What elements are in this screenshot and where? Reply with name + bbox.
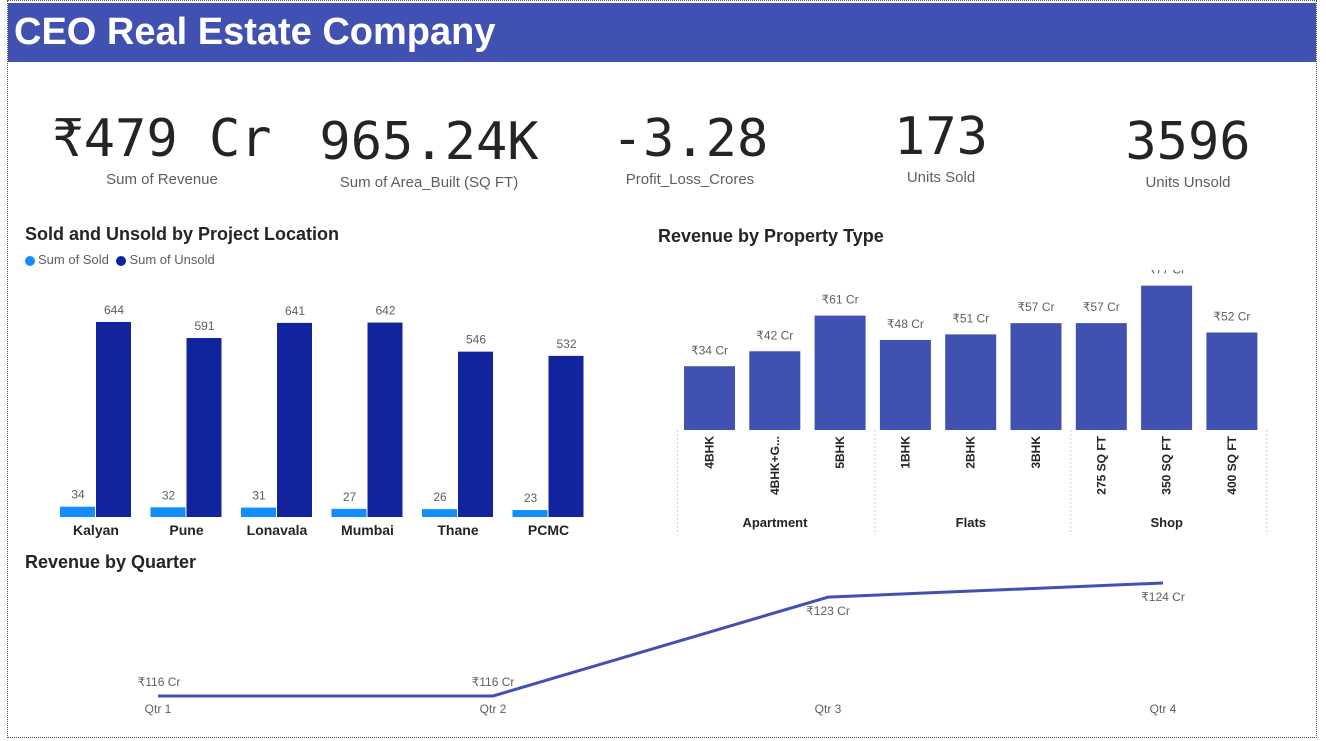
chart-revenue-by-quarter: ₹116 Cr Qtr 1 ₹116 Cr Qtr 2 ₹123 Cr Qtr 3 ₹124… — [138, 581, 1185, 716]
kpi-card-units-sold[interactable]: 173 Units Sold — [821, 111, 1061, 186]
bar-unsold[interactable] — [367, 322, 403, 517]
data-label: 27 — [343, 490, 357, 504]
data-label: ₹51 Cr — [952, 311, 989, 325]
legend-label-sold: Sum of Sold — [38, 252, 109, 267]
data-label: 532 — [556, 337, 576, 351]
x-tick-label: 4BHK — [703, 436, 717, 469]
kpi-card-area[interactable]: 965.24K Sum of Area_Built (SQ FT) — [309, 116, 549, 191]
x-tick-label: Mumbai — [341, 522, 394, 538]
group-label: Shop — [1151, 515, 1184, 530]
data-label: ₹34 Cr — [691, 343, 728, 357]
data-label: ₹116 Cr — [138, 675, 181, 689]
x-tick-label: Qtr 1 — [145, 702, 172, 716]
kpi-label: Profit_Loss_Crores — [625, 171, 755, 188]
group-label: Flats — [956, 515, 986, 530]
bar-unsold[interactable] — [186, 338, 222, 517]
x-tick-label: Thane — [437, 522, 478, 538]
bar-revenue[interactable] — [814, 315, 866, 430]
chart-title-property-type: Revenue by Property Type — [658, 226, 884, 246]
x-tick-label: 5BHK — [833, 436, 847, 469]
data-label: ₹42 Cr — [756, 328, 793, 342]
bar-revenue[interactable] — [1141, 285, 1193, 430]
x-tick-label: Lonavala — [247, 522, 308, 538]
kpi-label: Sum of Revenue — [106, 171, 218, 188]
bar-revenue[interactable] — [879, 340, 931, 430]
kpi-label: Units Unsold — [1145, 174, 1231, 191]
x-tick-label: 3BHK — [1029, 436, 1043, 469]
x-tick-label: 275 SQ FT — [1094, 435, 1108, 494]
legend-item-unsold[interactable]: Sum of Unsold — [116, 252, 215, 267]
data-label: 644 — [104, 303, 124, 317]
kpi-value: -3.28 — [611, 109, 769, 169]
kpi-card-profit-loss[interactable]: -3.28 Profit_Loss_Crores — [570, 113, 810, 188]
x-tick-label: Pune — [169, 522, 203, 538]
bar-revenue[interactable] — [1206, 332, 1258, 431]
data-label: 591 — [194, 319, 214, 333]
header-bar: CEO Real Estate Company — [8, 3, 1316, 62]
x-tick-label: Qtr 2 — [480, 702, 507, 716]
x-tick-label: 1BHK — [898, 436, 912, 469]
x-tick-label: 2BHK — [964, 436, 978, 469]
data-label: ₹124 Cr — [1141, 590, 1185, 604]
kpi-value: 3596 — [1125, 112, 1251, 172]
data-label: ₹123 Cr — [806, 604, 850, 618]
bar-revenue[interactable] — [1075, 323, 1127, 430]
data-label: ₹48 Cr — [887, 317, 924, 331]
x-tick-label: 4BHK+G... — [768, 436, 782, 495]
data-label: ₹57 Cr — [1083, 300, 1120, 314]
kpi-label: Units Sold — [906, 169, 976, 186]
kpi-value: ₹479 Cr — [52, 109, 272, 169]
legend-item-sold[interactable]: Sum of Sold — [25, 252, 109, 267]
group-label: Apartment — [742, 515, 808, 530]
bar-revenue[interactable] — [749, 351, 801, 430]
kpi-value: 173 — [894, 107, 988, 167]
bar-sold[interactable] — [241, 507, 276, 517]
chart-legend-location: Sum of Sold Sum of Unsold — [25, 252, 215, 267]
bar-revenue[interactable] — [684, 366, 735, 430]
bar-unsold[interactable] — [96, 321, 131, 517]
legend-label-unsold: Sum of Unsold — [129, 252, 215, 267]
kpi-label: Sum of Area_Built (SQ FT) — [339, 174, 519, 191]
bar-unsold[interactable] — [277, 322, 312, 517]
kpi-card-units-unsold[interactable]: 3596 Units Unsold — [1068, 116, 1308, 191]
data-label: ₹77 Cr — [1148, 270, 1185, 277]
revenue-line — [158, 581, 1164, 698]
bar-sold[interactable] — [60, 506, 95, 517]
page-title: CEO Real Estate Company — [14, 11, 496, 53]
data-label: 34 — [71, 488, 85, 502]
data-label: ₹52 Cr — [1213, 310, 1250, 324]
bar-revenue[interactable] — [945, 334, 997, 430]
chart-revenue-by-property-type: ₹34 Cr 4BHK ₹42 Cr 4BHK+G... ₹61 Cr 5BHK Apart… — [677, 270, 1268, 535]
kpi-card-revenue[interactable]: ₹479 Cr Sum of Revenue — [42, 113, 282, 188]
x-tick-label: 350 SQ FT — [1160, 435, 1174, 494]
kpi-value: 965.24K — [319, 112, 539, 172]
x-tick-label: PCMC — [528, 522, 569, 538]
bar-sold[interactable] — [150, 507, 186, 517]
bar-unsold[interactable] — [548, 355, 584, 517]
bar-sold[interactable] — [331, 508, 367, 517]
data-label: 641 — [285, 304, 305, 318]
data-label: ₹57 Cr — [1018, 300, 1055, 314]
x-tick-label: Qtr 4 — [1150, 702, 1177, 716]
bar-unsold[interactable] — [458, 351, 493, 517]
data-label: 32 — [162, 488, 176, 502]
data-label: 31 — [252, 489, 266, 503]
data-label: ₹61 Cr — [822, 293, 859, 307]
x-tick-label: Qtr 3 — [815, 702, 842, 716]
x-tick-label: Kalyan — [73, 522, 119, 538]
bar-sold[interactable] — [422, 509, 457, 517]
x-tick-label: 400 SQ FT — [1225, 435, 1239, 494]
data-label: 23 — [524, 491, 538, 505]
data-label: ₹116 Cr — [472, 675, 515, 689]
bar-revenue[interactable] — [1010, 323, 1062, 430]
bar-sold[interactable] — [512, 510, 548, 517]
data-label: 642 — [375, 304, 395, 318]
legend-dot-unsold — [116, 255, 127, 266]
chart-sold-unsold-by-location: 34 644 Kalyan 32 591 Pune 31 641 Lonavala 27 642 Mu… — [60, 303, 584, 538]
data-label: 546 — [466, 333, 486, 347]
legend-dot-sold — [25, 255, 35, 266]
chart-title-location: Sold and Unsold by Project Location — [25, 224, 340, 244]
data-label: 26 — [433, 490, 447, 504]
